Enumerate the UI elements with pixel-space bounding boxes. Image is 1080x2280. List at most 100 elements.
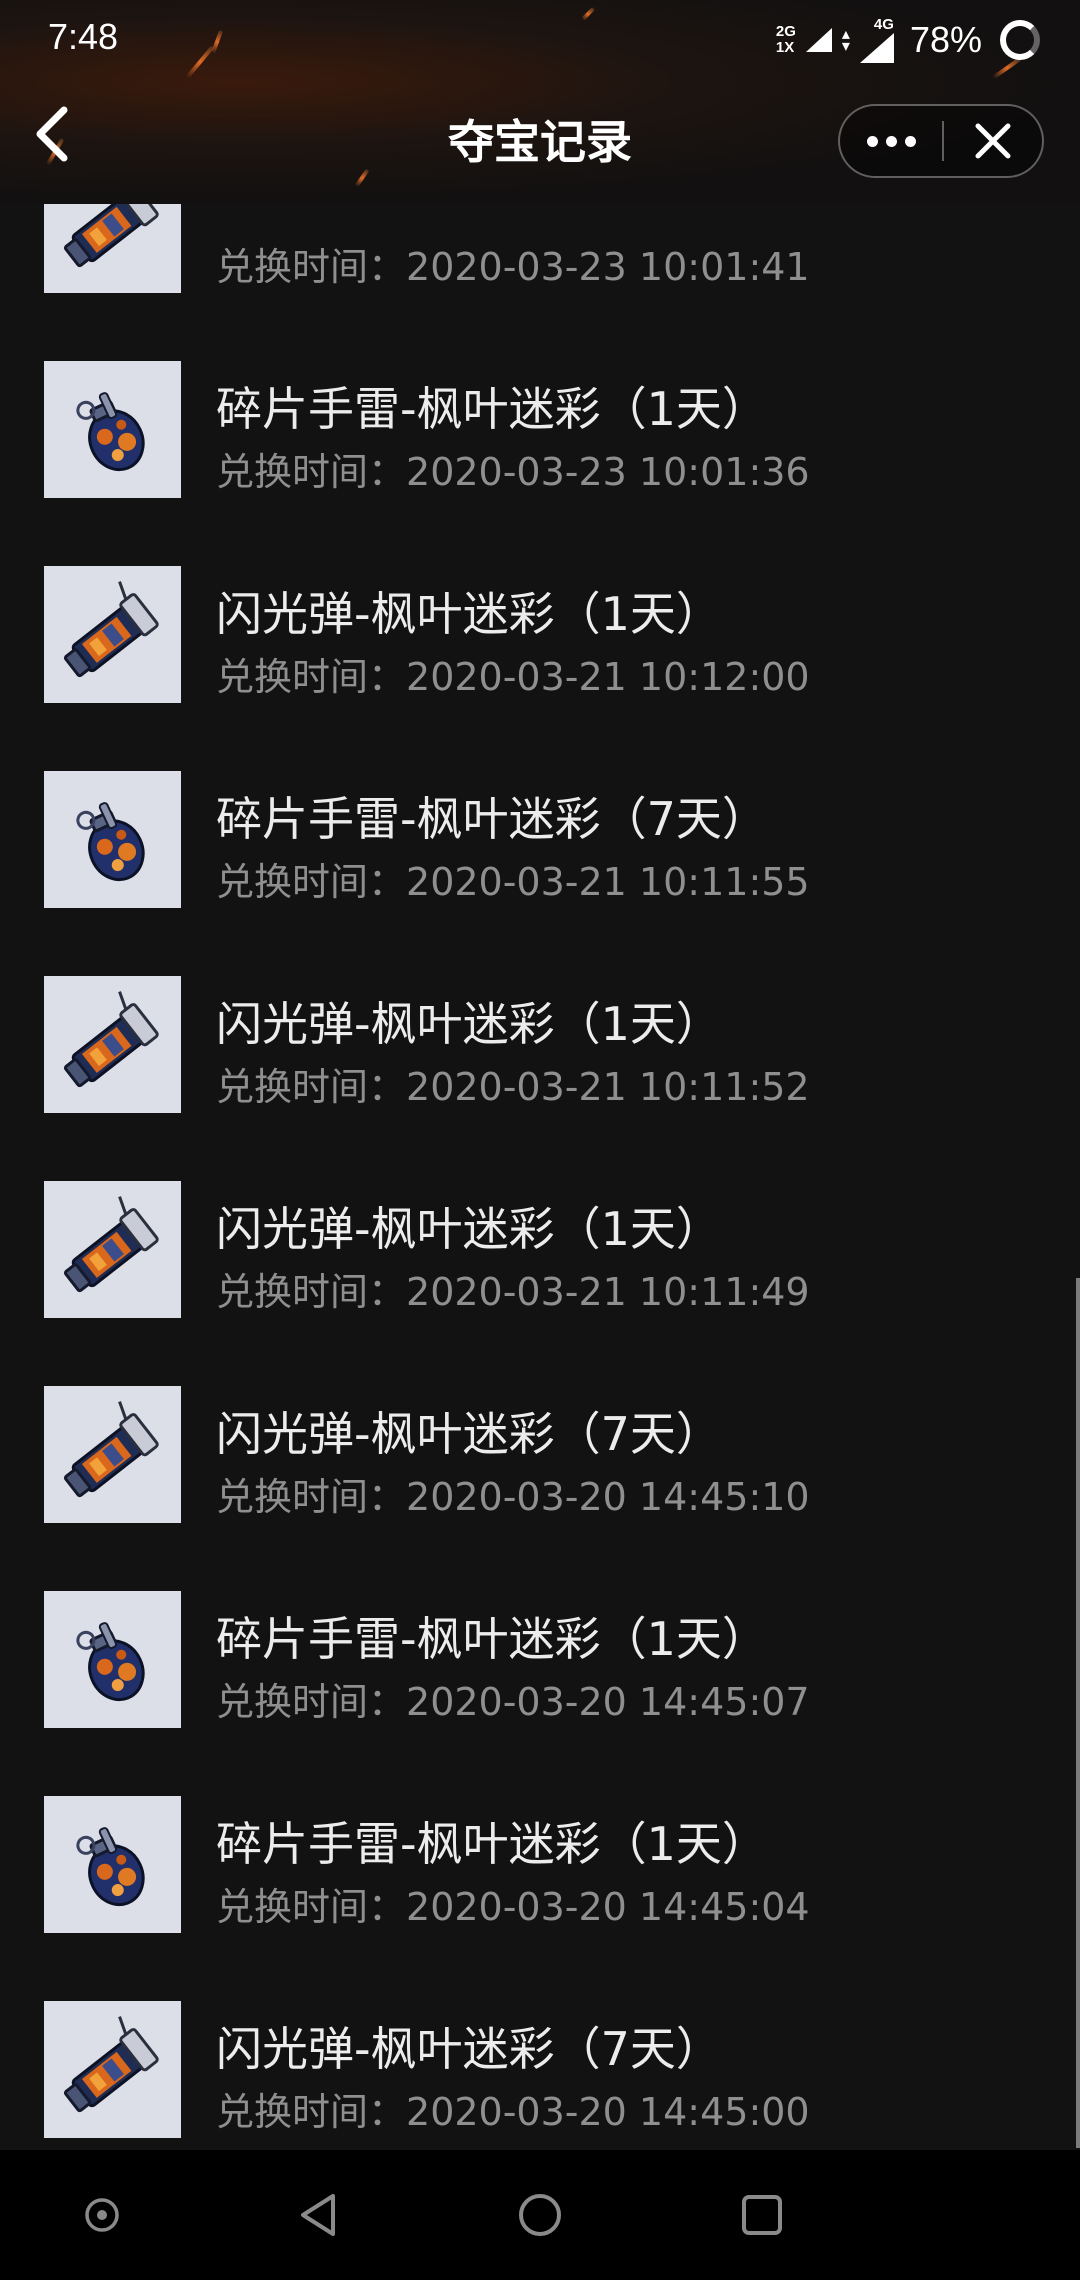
battery-ring-icon	[1000, 20, 1040, 60]
system-navigation-bar	[0, 2150, 1080, 2280]
item-name: 碎片手雷-枫叶迷彩（7天）	[216, 792, 768, 846]
flashbang-icon	[63, 580, 159, 677]
home-nav-button[interactable]	[505, 2180, 575, 2250]
back-triangle-icon	[301, 2194, 335, 2236]
network-4g-label: 4G	[873, 16, 894, 33]
record-item: 碎片手雷-枫叶迷彩（7天） 兑换时间：2020-03-21 10:11:55	[0, 739, 1080, 944]
status-icons: 2G 1X ▴ ▾ 4G 78%	[776, 14, 1040, 66]
more-button[interactable]	[840, 106, 942, 176]
record-item: 闪光弹-枫叶迷彩（1天） 兑换时间：2020-03-21 10:12:00	[0, 534, 1080, 739]
redeem-time-value: 2020-03-21 10:11:55	[406, 860, 810, 904]
header: 7:48 2G 1X ▴ ▾ 4G 78% 夺宝记录	[0, 0, 1080, 204]
network-type-label: 2G 1X	[776, 24, 796, 56]
record-item: 闪光弹-枫叶迷彩（7天） 兑换时间：2020-03-20 14:45:00	[0, 1969, 1080, 2150]
item-name: 闪光弹-枫叶迷彩（1天）	[216, 587, 722, 641]
recents-nav-button[interactable]	[727, 2180, 797, 2250]
redeem-time-value: 2020-03-21 10:11:49	[406, 1270, 810, 1314]
redeem-time: 兑换时间：2020-03-21 10:11:49	[216, 1261, 810, 1316]
redeem-time-value: 2020-03-20 14:45:07	[406, 1680, 810, 1724]
redeem-time-value: 2020-03-23 10:01:36	[406, 450, 810, 494]
item-thumbnail	[44, 1386, 181, 1523]
item-thumbnail	[44, 1796, 181, 1933]
redeem-time-value: 2020-03-21 10:11:52	[406, 1065, 810, 1109]
record-item: 碎片手雷-枫叶迷彩（1天） 兑换时间：2020-03-23 10:01:36	[0, 329, 1080, 534]
item-name: 闪光弹-枫叶迷彩（1天）	[216, 997, 722, 1051]
home-circle-icon	[519, 2194, 561, 2236]
redeem-time-label: 兑换时间：	[216, 655, 407, 699]
redeem-time-label: 兑换时间：	[216, 1065, 407, 1109]
redeem-time-label: 兑换时间：	[216, 1270, 407, 1314]
network-4g-group: 4G	[859, 16, 894, 63]
redeem-time-label: 兑换时间：	[216, 860, 407, 904]
back-nav-button[interactable]	[285, 2180, 355, 2250]
miniprogram-capsule	[838, 104, 1044, 178]
data-arrows-icon: ▴ ▾	[841, 24, 850, 55]
redeem-time-value: 2020-03-23 10:01:41	[406, 245, 810, 289]
redeem-time: 兑换时间：2020-03-20 14:45:04	[216, 1876, 810, 1931]
record-list-container[interactable]: 兑换时间：2020-03-23 10:01:41 碎片手雷-枫叶迷彩（1天） 兑换…	[0, 204, 1080, 2150]
grenade-icon	[75, 801, 145, 881]
redeem-time: 兑换时间：2020-03-20 14:45:00	[216, 2081, 810, 2136]
flashbang-icon	[63, 2015, 159, 2112]
recents-square-icon	[742, 2195, 782, 2235]
close-icon	[975, 123, 1011, 159]
record-item: 碎片手雷-枫叶迷彩（1天） 兑换时间：2020-03-20 14:45:07	[0, 1559, 1080, 1764]
record-item: 兑换时间：2020-03-23 10:01:41	[0, 204, 1080, 329]
flashbang-icon	[63, 204, 159, 267]
signal-strength-icon	[859, 33, 894, 63]
redeem-time: 兑换时间：2020-03-21 10:12:00	[216, 646, 810, 701]
record-item: 闪光弹-枫叶迷彩（1天） 兑换时间：2020-03-21 10:11:52	[0, 944, 1080, 1149]
grenade-icon	[75, 1826, 145, 1906]
redeem-time-label: 兑换时间：	[216, 1885, 407, 1929]
assistant-button[interactable]	[67, 2180, 137, 2250]
item-thumbnail	[44, 1591, 181, 1728]
redeem-time: 兑换时间：2020-03-23 10:01:41	[216, 236, 810, 291]
assistant-icon	[85, 2198, 119, 2232]
grenade-icon	[75, 1621, 145, 1701]
redeem-time-label: 兑换时间：	[216, 2090, 407, 2134]
redeem-time-label: 兑换时间：	[216, 1680, 407, 1724]
network-type-top: 2G	[775, 23, 796, 40]
item-name: 闪光弹-枫叶迷彩（7天）	[216, 1407, 722, 1461]
item-thumbnail	[44, 771, 181, 908]
redeem-time-value: 2020-03-20 14:45:00	[406, 2090, 810, 2134]
signal-strength-icon	[805, 28, 832, 52]
redeem-time-label: 兑换时间：	[216, 1475, 407, 1519]
record-item: 碎片手雷-枫叶迷彩（1天） 兑换时间：2020-03-20 14:45:04	[0, 1764, 1080, 1969]
item-thumbnail	[44, 204, 181, 293]
item-name: 碎片手雷-枫叶迷彩（1天）	[216, 1817, 768, 1871]
grenade-icon	[75, 391, 145, 471]
close-button[interactable]	[944, 106, 1042, 176]
redeem-time: 兑换时间：2020-03-23 10:01:36	[216, 441, 810, 496]
status-time: 7:48	[48, 16, 119, 57]
item-thumbnail	[44, 361, 181, 498]
more-dots-icon	[866, 135, 878, 147]
network-type-bottom: 1X	[775, 39, 795, 56]
redeem-time: 兑换时间：2020-03-21 10:11:52	[216, 1056, 810, 1111]
item-thumbnail	[44, 1181, 181, 1318]
flashbang-icon	[63, 1400, 159, 1497]
redeem-time: 兑换时间：2020-03-20 14:45:07	[216, 1671, 810, 1726]
flashbang-icon	[63, 990, 159, 1087]
redeem-time-label: 兑换时间：	[216, 450, 407, 494]
status-bar: 7:48 2G 1X ▴ ▾ 4G 78%	[0, 0, 1080, 80]
item-thumbnail	[44, 2001, 181, 2138]
item-name: 闪光弹-枫叶迷彩（7天）	[216, 2022, 722, 2076]
item-thumbnail	[44, 976, 181, 1113]
item-name: 碎片手雷-枫叶迷彩（1天）	[216, 1612, 768, 1666]
flashbang-icon	[63, 1195, 159, 1292]
record-item: 闪光弹-枫叶迷彩（7天） 兑换时间：2020-03-20 14:45:10	[0, 1354, 1080, 1559]
redeem-time: 兑换时间：2020-03-20 14:45:10	[216, 1466, 810, 1521]
scrollbar[interactable]	[1076, 1278, 1080, 2148]
record-item: 闪光弹-枫叶迷彩（1天） 兑换时间：2020-03-21 10:11:49	[0, 1149, 1080, 1354]
battery-percent: 78%	[909, 19, 982, 60]
redeem-time-value: 2020-03-20 14:45:10	[406, 1475, 810, 1519]
record-list: 兑换时间：2020-03-23 10:01:41 碎片手雷-枫叶迷彩（1天） 兑换…	[0, 204, 1080, 2150]
redeem-time-label: 兑换时间：	[216, 245, 407, 289]
item-name: 闪光弹-枫叶迷彩（1天）	[216, 1202, 722, 1256]
item-thumbnail	[44, 566, 181, 703]
item-name: 碎片手雷-枫叶迷彩（1天）	[216, 382, 768, 436]
more-dots-icon	[885, 135, 897, 147]
more-dots-icon	[904, 135, 916, 147]
redeem-time-value: 2020-03-20 14:45:04	[406, 1885, 810, 1929]
